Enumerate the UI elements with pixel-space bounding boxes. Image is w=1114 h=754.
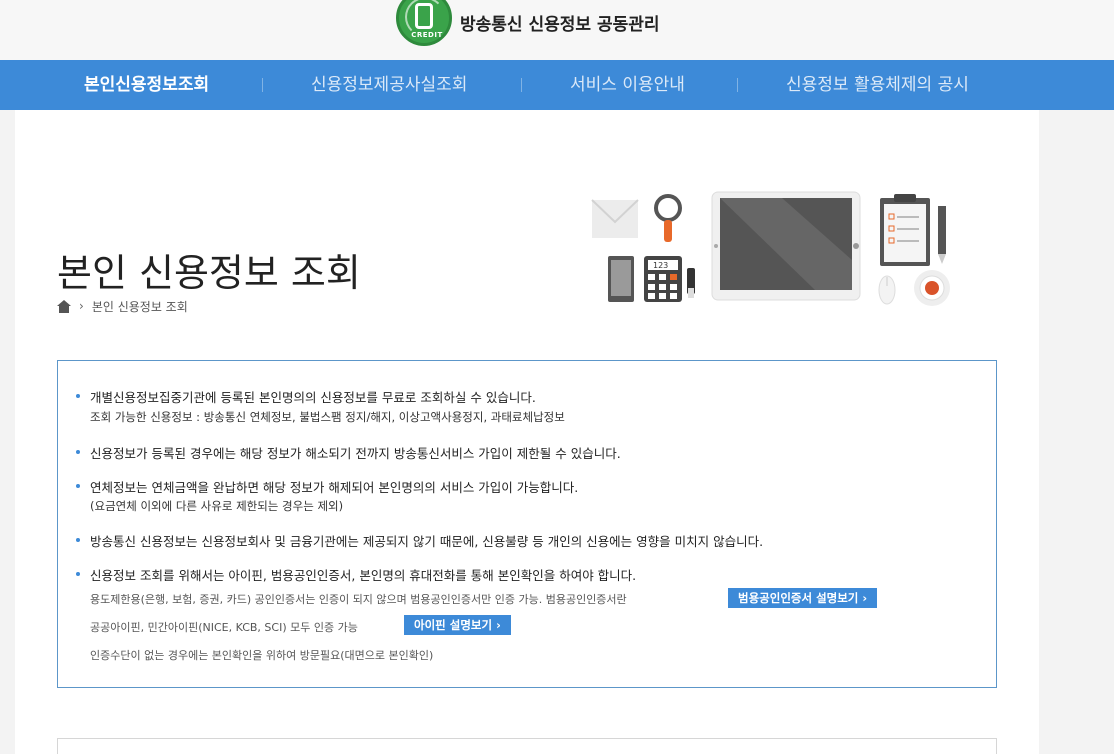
main-content: 본인 신용정보 조회 › 본인 신용정보 조회 123 개별신용정보집중기관에 … (15, 110, 1039, 754)
ipin-guide-button[interactable]: 아이핀 설명보기 › (404, 615, 511, 635)
site-title[interactable]: 방송통신 신용정보 공동관리 (460, 10, 660, 35)
cert-guide-button[interactable]: 범용공인인증서 설명보기 › (728, 588, 878, 608)
chevron-right-icon: › (79, 299, 84, 313)
clipboard-icon (880, 194, 930, 266)
credit-logo-icon[interactable]: CREDIT (396, 0, 452, 46)
pen-icon (938, 206, 946, 264)
usb-icon (687, 268, 695, 298)
magnifier-icon (654, 194, 682, 242)
nav-divider (262, 78, 263, 92)
page-title: 본인 신용정보 조회 (57, 251, 361, 295)
mouse-icon (878, 275, 896, 305)
office-illustration: 123 (591, 191, 950, 306)
lower-section-box (57, 738, 997, 754)
main-nav: 본인신용정보조회 신용정보제공사실조회 서비스 이용안내 신용정보 활용체제의 … (0, 60, 1114, 110)
nav-divider (737, 78, 738, 92)
coffee-cup-icon (914, 270, 950, 306)
top-header: CREDIT 방송통신 신용정보 공동관리 (0, 0, 1114, 60)
notice-item-4: 방송통신 신용정보는 신용정보회사 및 금융기관에는 제공되지 않기 때문에, … (76, 531, 763, 550)
nav-item-provision-history[interactable]: 신용정보제공사실조회 (311, 60, 467, 110)
logo-text: CREDIT (411, 31, 443, 39)
notice-item-5-cert-detail: 용도제한용(은행, 보험, 증권, 카드) 공인인증서는 인증이 되지 않으며 … (90, 593, 627, 606)
tablet-icon (711, 191, 861, 301)
nav-item-disclosure[interactable]: 신용정보 활용체제의 공시 (786, 60, 969, 110)
nav-divider (521, 78, 522, 92)
notice-item-1: 개별신용정보집중기관에 등록된 본인명의의 신용정보를 무료로 조회하실 수 있… (76, 387, 536, 406)
notice-item-3: 연체정보는 연체금액을 완납하면 해당 정보가 해제되어 본인명의의 서비스 가… (76, 477, 578, 496)
notice-item-5: 신용정보 조회를 위해서는 아이핀, 범용공인인증서, 본인명의 휴대전화를 통… (76, 565, 636, 584)
notice-item-2: 신용정보가 등록된 경우에는 해당 정보가 해소되기 전까지 방송통신서비스 가… (76, 443, 621, 462)
notice-item-3-detail: (요금연체 이외에 다른 사유로 제한되는 경우는 제외) (90, 499, 344, 513)
breadcrumb: › 본인 신용정보 조회 (57, 298, 188, 314)
nav-item-service-guide[interactable]: 서비스 이용안내 (570, 60, 685, 110)
breadcrumb-current: 본인 신용정보 조회 (91, 299, 188, 314)
notice-item-5-ipin-detail: 공공아이핀, 민간아이핀(NICE, KCB, SCI) 모두 인증 가능 (90, 621, 358, 634)
phone-icon (415, 3, 433, 29)
notice-item-5-visit-detail: 인증수단이 없는 경우에는 본인확인을 위하여 방문필요(대면으로 본인확인) (90, 649, 434, 662)
phone-device-icon (608, 256, 634, 302)
calculator-icon: 123 (644, 256, 682, 302)
home-icon[interactable] (57, 299, 71, 313)
notice-box: 개별신용정보집중기관에 등록된 본인명의의 신용정보를 무료로 조회하실 수 있… (57, 360, 997, 688)
envelope-icon (591, 199, 639, 238)
nav-item-my-credit-info[interactable]: 본인신용정보조회 (84, 60, 209, 110)
calculator-display: 123 (653, 261, 668, 270)
notice-item-1-detail: 조회 가능한 신용정보 : 방송통신 연체정보, 불법스팸 정지/해지, 이상고… (90, 410, 565, 424)
